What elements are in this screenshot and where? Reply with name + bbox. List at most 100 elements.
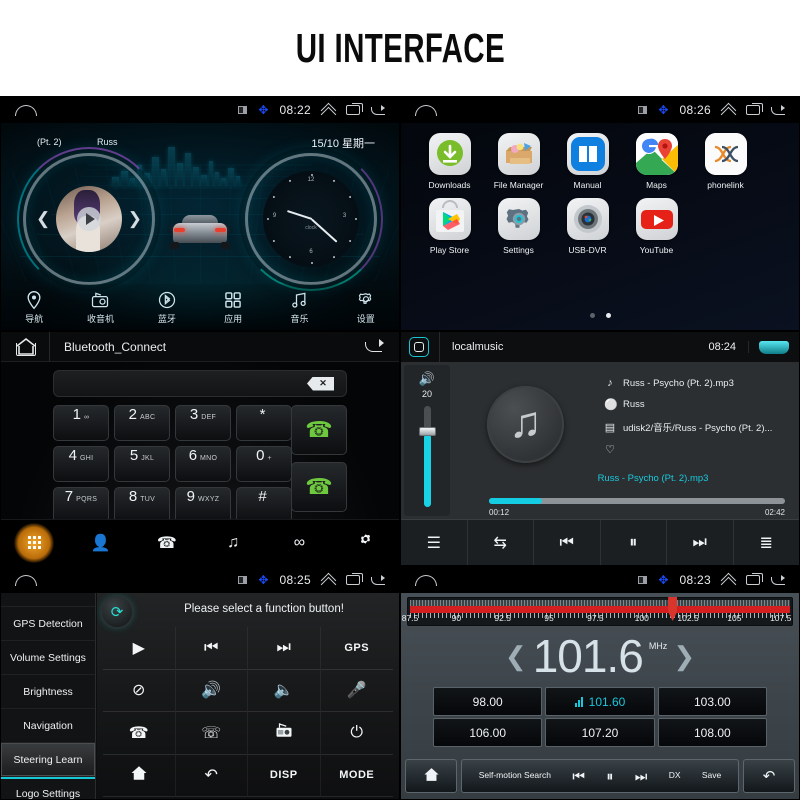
steering-button-next[interactable]: ⏭ [248,627,321,670]
tab-call-history[interactable]: ☎ [134,533,200,553]
steering-button-home[interactable] [103,755,176,798]
volume-slider-knob[interactable] [419,427,436,436]
dialpad-key-9[interactable]: 9 WXYZ [175,487,231,523]
self-motion-search-button[interactable]: Self-motion Search [479,771,551,781]
steering-button-phone[interactable]: ☎ [103,712,176,755]
hangup-button[interactable]: ☎ [291,462,347,512]
app-maps[interactable]: Maps [622,133,691,190]
dialpad-key-3[interactable]: 3 DEF [175,405,231,441]
radio-dx-button[interactable]: DX [669,771,681,781]
steering-button-mode[interactable]: MODE [321,755,394,798]
app-youtube[interactable]: YouTube [622,198,691,255]
heart-icon[interactable]: ♡ [604,443,616,456]
back-icon[interactable] [371,105,385,115]
preset-2-active[interactable]: 101.60 [545,687,654,716]
preset-1[interactable]: 98.00 [433,687,542,716]
home-icon[interactable] [15,338,37,356]
tab-settings[interactable] [333,532,399,554]
sidebar-item-gps-detection[interactable]: GPS Detection [1,607,95,641]
dialpad-key-0[interactable]: 0 + [236,446,292,482]
steering-button-radio[interactable] [248,712,321,755]
chevron-up-icon[interactable] [722,574,735,587]
call-button[interactable]: ☎ [291,405,347,455]
steering-button-disp[interactable]: DISP [248,755,321,798]
progress-bar[interactable] [489,498,785,504]
tab-link[interactable]: ∞ [266,534,332,552]
back-icon[interactable] [771,105,785,115]
sidebar-item-volume-settings[interactable]: Volume Settings [1,641,95,675]
steering-button-microphone[interactable]: 🎤 [321,670,394,713]
steering-button-back[interactable]: ↶ [176,755,249,798]
radio-previous-button[interactable]: ⏮ [572,768,585,785]
app-downloads[interactable]: Downloads [415,133,484,190]
nav-item-radio[interactable]: 收音机 [67,290,133,325]
frequency-scale[interactable]: 87.5 90 92.5 95 97.5 100 102.5 105 107.5 [407,597,793,626]
dialpad-key-8[interactable]: 8 TUV [114,487,170,523]
page-dot-active[interactable] [606,313,611,318]
media-gauge[interactable]: ❮ ❯ [23,153,155,285]
preset-3[interactable]: 103.00 [658,687,767,716]
nav-item-settings[interactable]: 设置 [333,290,399,325]
radio-pause-button[interactable]: ⏸ [606,768,613,785]
repeat-button[interactable]: ⇆ [468,520,535,565]
play-icon[interactable] [77,207,101,231]
page-dot[interactable] [590,313,595,318]
steering-button-volume-down[interactable]: 🔈 [248,670,321,713]
steering-button-previous[interactable]: ⏮ [176,627,249,670]
nav-item-navigation[interactable]: 导航 [1,290,67,325]
dialpad-key-4[interactable]: 4 GHI [53,446,109,482]
dialpad-key-7[interactable]: 7 PQRS [53,487,109,523]
radio-next-button[interactable]: ⏭ [635,768,648,785]
pause-button[interactable]: ⏸ [601,520,668,565]
steering-button-play[interactable]: ▶ [103,627,176,670]
app-phonelink[interactable]: phonelink [691,133,760,190]
playlist-button[interactable]: ☰ [401,520,468,565]
recents-icon[interactable] [346,575,360,585]
phone-number-input[interactable]: ✕ [53,370,347,397]
chevron-left-icon[interactable]: ❮ [36,209,50,229]
tab-contacts[interactable]: 👤 [67,533,133,553]
steering-button-mute[interactable]: ⊘ [103,670,176,713]
preset-4[interactable]: 106.00 [433,718,542,747]
sidebar-item-logo-settings[interactable]: Logo Settings [1,777,95,800]
steering-button-volume-up[interactable]: 🔊 [176,670,249,713]
sidebar-item-partial[interactable] [1,593,95,607]
chevron-up-icon[interactable] [322,104,335,117]
tab-dialpad[interactable] [1,536,67,549]
equalizer-button[interactable]: ≣ [734,520,800,565]
recents-icon[interactable] [346,105,360,115]
radio-home-button[interactable] [405,759,457,793]
dialpad-key-2[interactable]: 2 ABC [114,405,170,441]
back-icon[interactable] [363,339,385,355]
radio-back-button[interactable]: ↶ [743,759,795,793]
home-icon[interactable] [415,105,437,116]
steering-button-hangup[interactable]: ☏ [176,712,249,755]
chevron-left-icon[interactable]: ❮ [505,641,527,672]
nav-item-bluetooth[interactable]: 蓝牙 [134,290,200,325]
app-file-manager[interactable]: File Manager [484,133,553,190]
radio-save-button[interactable]: Save [702,771,721,781]
sidebar-item-brightness[interactable]: Brightness [1,675,95,709]
app-usb-dvr[interactable]: USB-DVR [553,198,622,255]
nav-item-music[interactable]: 音乐 [266,290,332,325]
next-button[interactable]: ⏭ [667,520,734,565]
back-icon[interactable] [771,575,785,585]
steering-button-power[interactable]: ⏻ [321,712,394,755]
app-settings[interactable]: Settings [484,198,553,255]
backspace-icon[interactable]: ✕ [307,377,334,391]
chevron-right-icon[interactable]: ❯ [128,209,142,229]
dialpad-key-5[interactable]: 5 JKL [114,446,170,482]
back-button[interactable] [759,341,789,354]
preset-6[interactable]: 108.00 [658,718,767,747]
app-logo-icon[interactable] [409,337,429,357]
home-icon[interactable] [15,105,37,116]
refresh-icon[interactable]: ⟳ [102,597,132,627]
volume-slider[interactable] [424,406,431,507]
chevron-up-icon[interactable] [322,574,335,587]
sidebar-item-navigation[interactable]: Navigation [1,709,95,743]
app-manual[interactable]: Manual [553,133,622,190]
tab-music[interactable]: ♫ [200,534,266,552]
dialpad-key-hash[interactable]: # [236,487,292,523]
home-icon[interactable] [415,575,437,586]
steering-button-gps[interactable]: GPS [321,627,394,670]
